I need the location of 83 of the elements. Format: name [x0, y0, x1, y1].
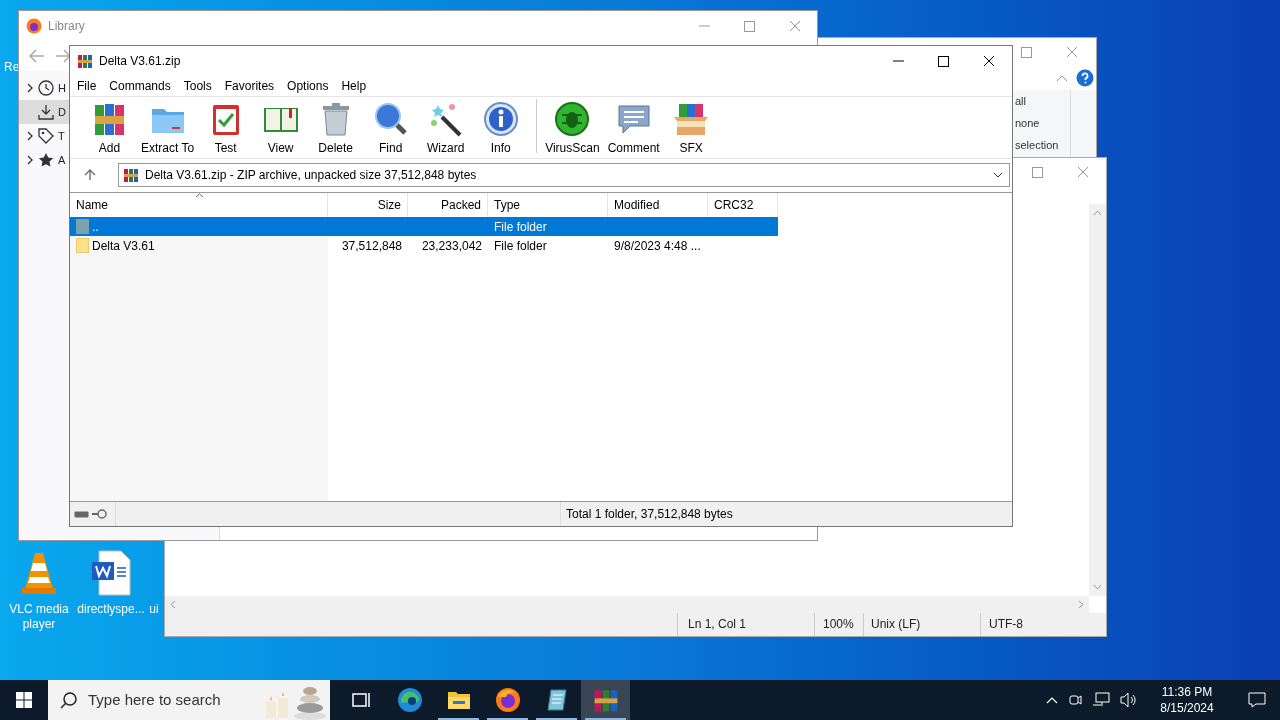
file-row[interactable]: Delta V3.61 37,512,848 23,233,042 File folder 9/8/2023 4:48 ... [70, 236, 778, 255]
sidebar-item[interactable]: A [19, 148, 69, 172]
drive-icon [74, 510, 89, 518]
table-cell-text: Delta V3.61 [92, 237, 155, 255]
chevron-right-icon[interactable] [26, 155, 34, 165]
box-icon [673, 101, 710, 137]
folder-icon [76, 238, 89, 253]
maximize-icon[interactable] [938, 55, 949, 67]
status-text: Total 1 folder, 37,512,848 bytes [560, 502, 1012, 526]
address-field[interactable]: Delta V3.61.zip - ZIP archive, unpacked size 37,512,848 bytes [118, 162, 1010, 187]
clock[interactable]: 11:36 PM 8/15/2024 [1148, 684, 1226, 716]
bug-icon [554, 101, 591, 137]
task-view-icon [350, 691, 371, 709]
download-icon [38, 104, 54, 120]
windows-icon [16, 692, 32, 708]
icon-label: Re [4, 59, 20, 76]
table-cell-text: 9/8/2023 4:48 ... [614, 237, 701, 255]
menu-item[interactable]: Help [341, 77, 367, 95]
search-icon [60, 691, 78, 709]
status-text: Unix (LF) [863, 613, 980, 636]
status-text: 100% [814, 613, 863, 636]
notepad-icon [544, 688, 569, 712]
help-icon[interactable] [1076, 69, 1094, 87]
menu-item[interactable]: Commands [109, 77, 171, 95]
up-arrow-icon[interactable] [84, 168, 96, 181]
window-title: Delta V3.61.zip [99, 53, 181, 70]
folder-up-icon [76, 219, 89, 234]
toolbar-button[interactable]: Add [84, 101, 135, 155]
menu-item[interactable]: Tools [183, 77, 212, 95]
books-icon [123, 166, 139, 183]
window-title: Library [48, 18, 85, 35]
tag-icon [38, 128, 54, 144]
toolbar-button[interactable]: VirusScan [543, 101, 602, 155]
table-cell-text: 37,512,848 [341, 237, 402, 255]
close-icon[interactable] [983, 55, 995, 67]
status-text: Ln 1, Col 1 [677, 613, 814, 636]
books-icon [77, 53, 93, 69]
ribbon-item[interactable]: none [1015, 115, 1070, 131]
speaker-icon[interactable] [1120, 692, 1138, 708]
forward-arrow-icon[interactable] [55, 49, 71, 63]
table-cell-text: 23,233,042 [421, 237, 482, 255]
toolbar-button[interactable]: Delete [310, 101, 362, 155]
chevron-right-icon[interactable] [26, 131, 34, 141]
fox-globe-icon [26, 18, 42, 34]
key-icon [91, 509, 107, 519]
sidebar-item[interactable]: D [19, 100, 69, 124]
chevron-down-icon[interactable] [993, 171, 1003, 178]
sidebar-item[interactable]: H [19, 76, 69, 100]
table-cell-text: File folder [494, 218, 547, 236]
table-cell-text: .. [92, 218, 99, 236]
network-icon[interactable] [1092, 692, 1110, 708]
table-cell-text: File folder [494, 237, 547, 255]
toolbar-button[interactable]: View [255, 101, 307, 155]
toolbar-button[interactable]: SFX [665, 101, 717, 155]
clock-icon [38, 80, 54, 96]
toolbar-button[interactable]: Comment [605, 101, 662, 155]
meet-icon[interactable] [1068, 692, 1082, 708]
ribbon-item[interactable]: selection [1015, 137, 1070, 153]
file-row[interactable]: .. File folder [70, 217, 778, 236]
magnifier-icon [372, 101, 409, 137]
swirl-icon [396, 687, 423, 713]
toolbar-button[interactable]: Find [365, 101, 417, 155]
toolbar-button[interactable]: Test [200, 101, 252, 155]
toolbar-button[interactable]: Info [475, 101, 527, 155]
books-icon [592, 687, 619, 713]
info-icon [482, 101, 519, 137]
toolbar-button[interactable]: Wizard [420, 101, 472, 155]
notification-icon[interactable] [1248, 692, 1266, 708]
menu-item[interactable]: Options [287, 77, 329, 95]
fox-globe-icon [494, 687, 521, 713]
toolbar-button[interactable]: Extract To [139, 101, 197, 155]
document-icon[interactable] [91, 550, 131, 596]
folder-icon [446, 690, 471, 710]
chevron-right-icon[interactable] [26, 83, 34, 93]
sidebar-item[interactable]: T [19, 124, 69, 148]
menu-item[interactable]: File [77, 77, 97, 95]
status-text: UTF-8 [980, 613, 1090, 636]
sort-caret-icon[interactable] [195, 193, 204, 198]
star-icon [38, 152, 54, 168]
ribbon-item[interactable]: all [1015, 93, 1070, 109]
search-field[interactable]: Type here to search [48, 680, 330, 720]
traffic-cone-icon[interactable] [21, 551, 57, 595]
menu-item[interactable]: Favorites [224, 77, 275, 95]
